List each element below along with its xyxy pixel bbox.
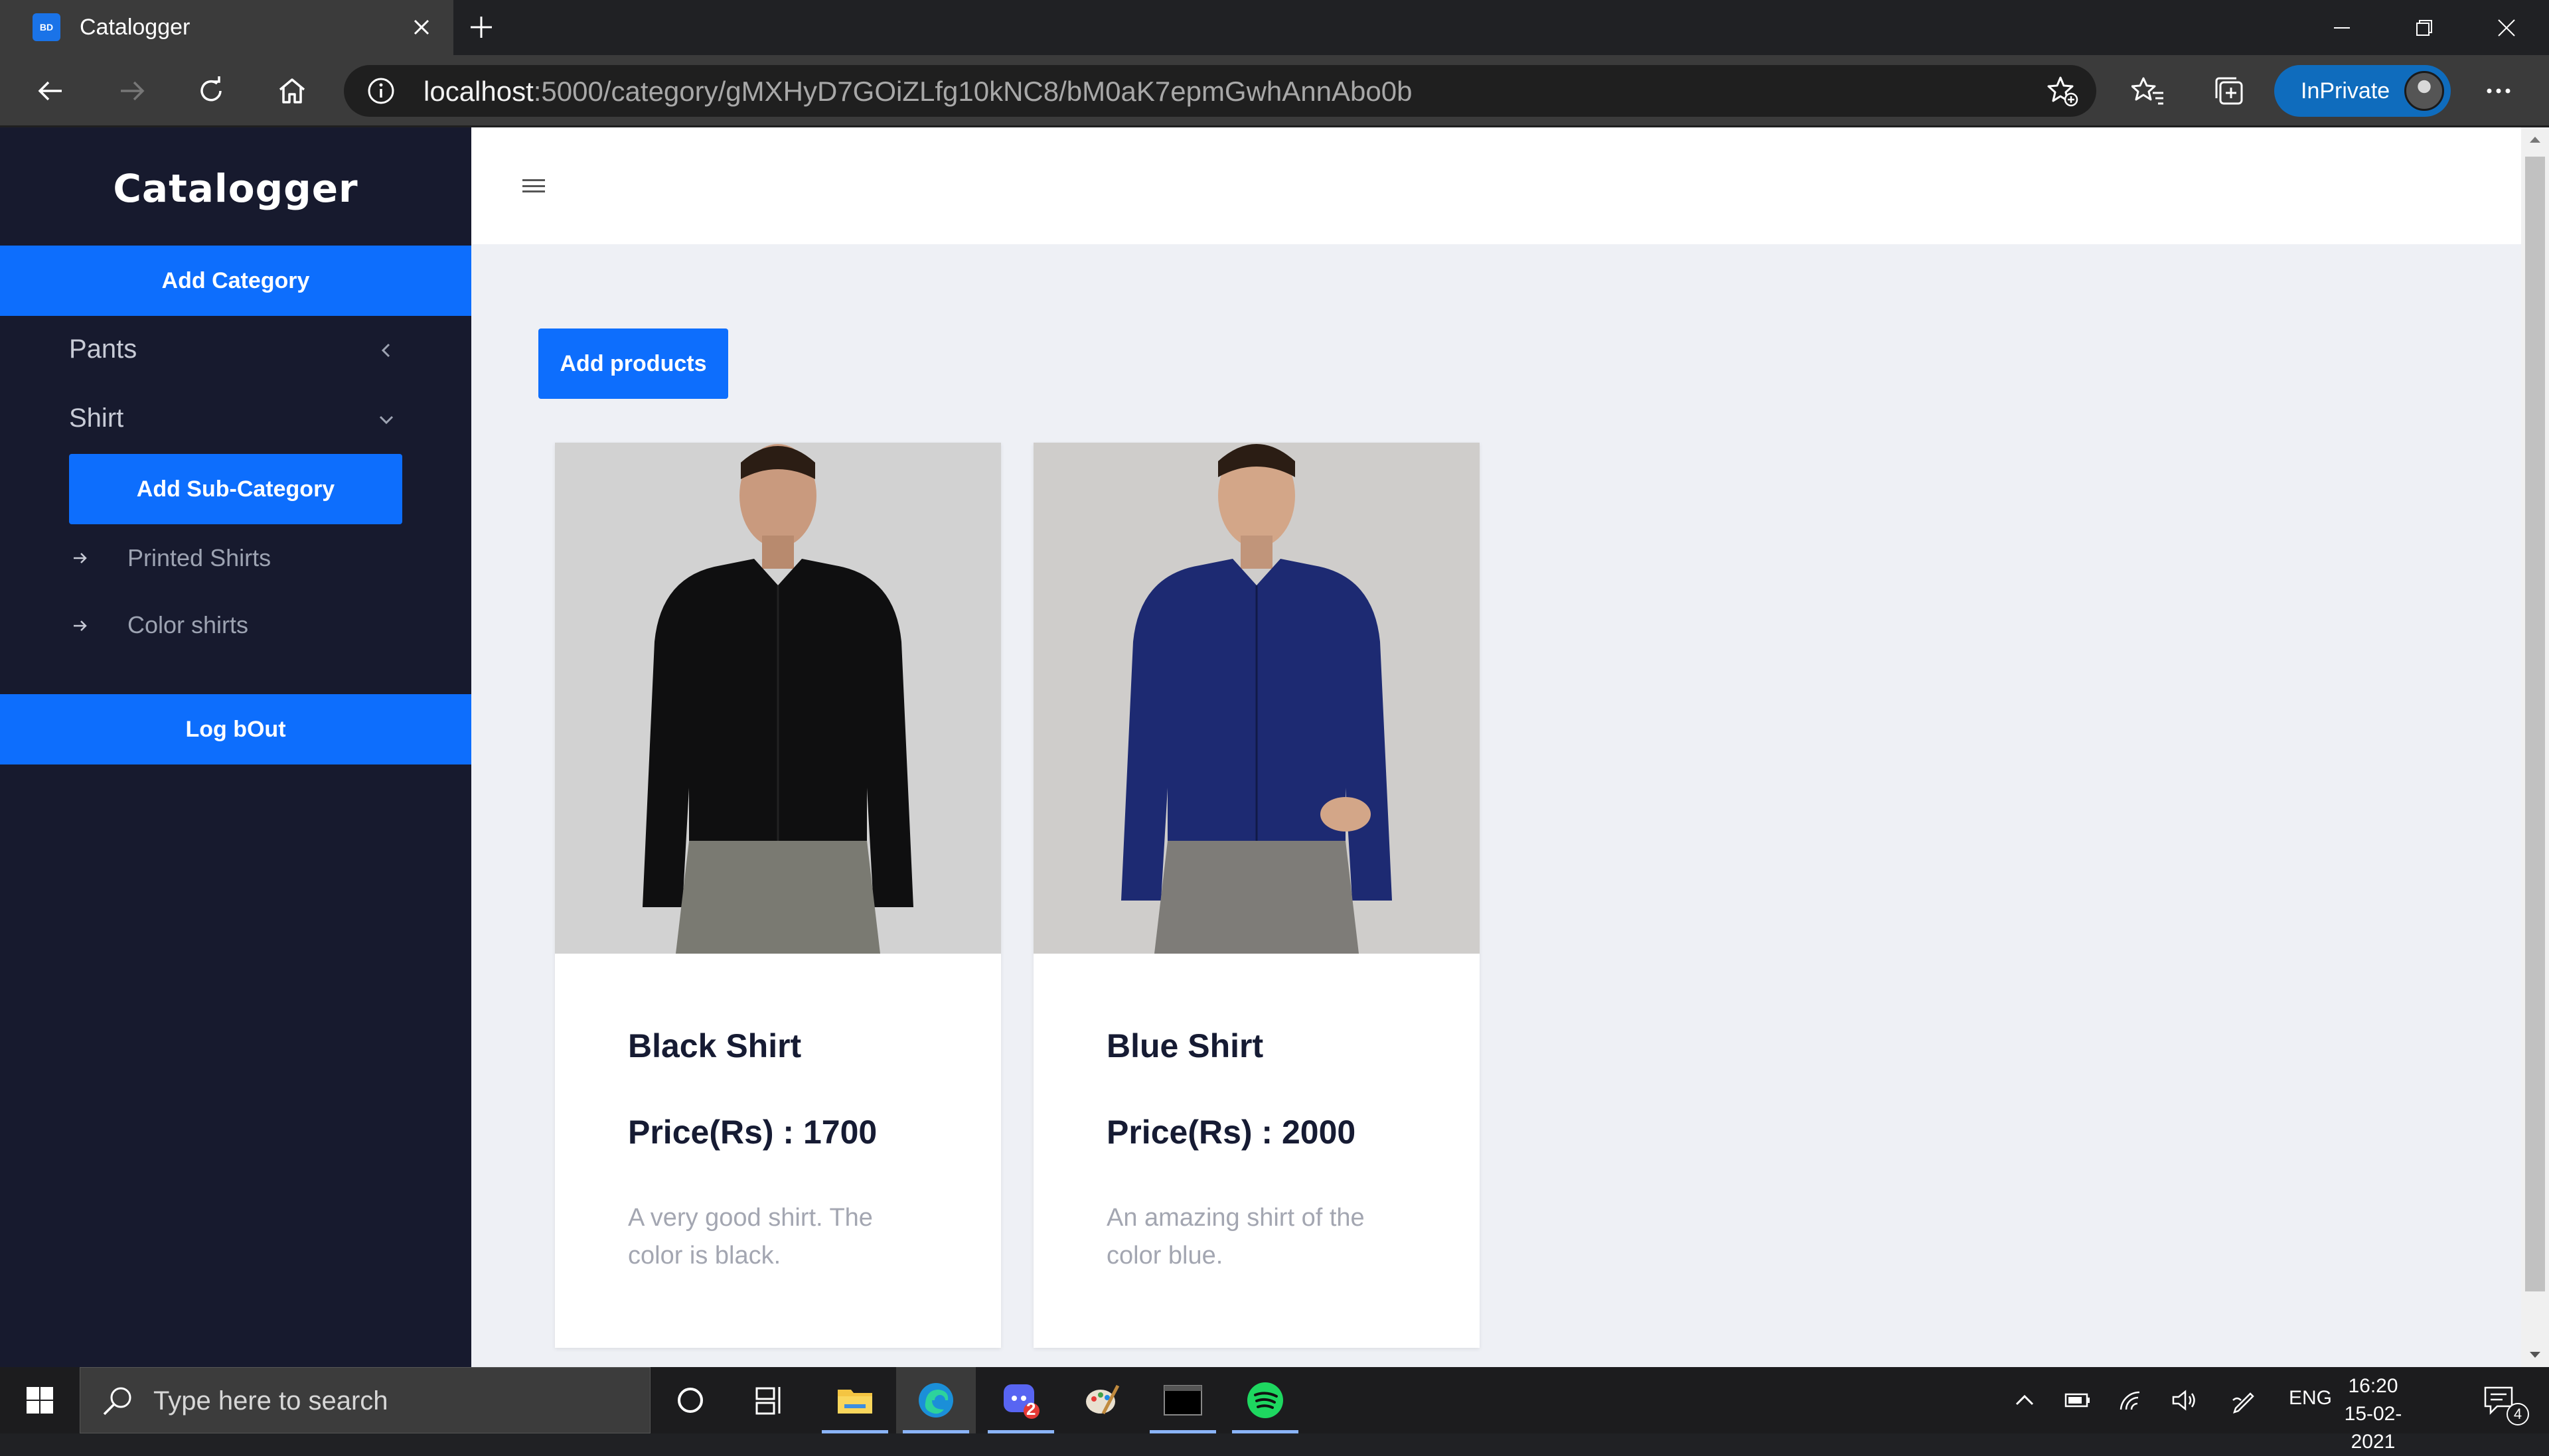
clock-date: 15-02-2021 (2344, 1403, 2402, 1453)
volume-icon[interactable] (2151, 1367, 2217, 1433)
system-clock[interactable]: 16:20 15-02-2021 (2330, 1372, 2416, 1456)
product-description: An amazing shirt of the color blue. (1107, 1204, 1365, 1270)
taskbar: Type here to search 2 ENG 16:20 15-02-20… (0, 1367, 2549, 1453)
search-icon (100, 1384, 135, 1421)
product-price: Price(Rs) : 2000 (1107, 1114, 1356, 1151)
product-name: Blue Shirt (1107, 1027, 1264, 1064)
restore-icon[interactable] (2383, 0, 2465, 55)
tab-close-icon[interactable] (406, 12, 437, 42)
minimize-icon[interactable] (2301, 0, 2383, 55)
windows-start-icon[interactable] (0, 1367, 80, 1433)
add-subcategory-button[interactable]: Add Sub-Category (69, 454, 402, 524)
site-info-icon[interactable] (366, 76, 396, 109)
home-icon[interactable] (271, 70, 313, 112)
inprivate-label: InPrivate (2301, 78, 2390, 104)
more-menu-icon[interactable] (2477, 70, 2520, 112)
browser-tab[interactable]: BD Catalogger (0, 0, 453, 55)
favorites-icon[interactable] (2127, 70, 2169, 112)
product-description: A very good shirt. The color is black. (628, 1204, 873, 1270)
task-view-icon[interactable] (730, 1367, 810, 1433)
discord-badge: 2 (1026, 1399, 1036, 1419)
spotify-icon[interactable] (1225, 1367, 1305, 1433)
browser-tab-strip: BD Catalogger (0, 0, 2549, 55)
add-category-button[interactable]: Add Category (0, 246, 471, 316)
hamburger-menu-icon[interactable] (522, 175, 545, 197)
site-favicon-icon: BD (33, 13, 60, 41)
top-navbar (471, 127, 2521, 244)
scroll-down-icon[interactable] (2527, 1347, 2543, 1363)
notification-count-badge: 4 (2507, 1403, 2529, 1425)
cortana-icon[interactable] (651, 1367, 730, 1433)
add-products-button[interactable]: Add products (538, 328, 728, 399)
address-bar[interactable]: localhost:5000/category/gMXHyD7GOiZLfg10… (344, 65, 2096, 117)
profile-avatar (2404, 71, 2444, 111)
clock-time: 16:20 (2348, 1375, 2398, 1397)
inprivate-profile-button[interactable]: InPrivate (2274, 65, 2451, 117)
product-image (555, 443, 1001, 954)
page-scrollbar[interactable] (2521, 127, 2549, 1367)
brand-title: Catalogger (113, 166, 358, 211)
refresh-icon[interactable] (190, 70, 232, 112)
scroll-up-icon[interactable] (2527, 131, 2543, 147)
arrow-right-icon (68, 546, 93, 571)
language-indicator[interactable]: ENG (2289, 1387, 2332, 1410)
product-card[interactable]: Blue Shirt Price(Rs) : 2000 An amazing s… (1034, 443, 1480, 1348)
new-tab-icon[interactable] (465, 11, 498, 44)
product-name: Black Shirt (628, 1027, 802, 1064)
sidebar: Catalogger Add Category Pants Shirt Add … (0, 127, 471, 1367)
back-arrow-icon[interactable] (30, 70, 72, 112)
subcategory-printed-shirts[interactable]: Printed Shirts (127, 544, 271, 572)
collections-icon[interactable] (2208, 70, 2250, 112)
pen-workspace-icon[interactable] (2210, 1367, 2277, 1433)
chevron-down-icon[interactable] (373, 406, 400, 433)
terminal-icon[interactable] (1143, 1367, 1223, 1433)
scrollbar-thumb[interactable] (2525, 157, 2545, 1291)
notifications-icon[interactable]: 4 (2463, 1367, 2536, 1433)
taskbar-search-box[interactable]: Type here to search (80, 1367, 651, 1433)
sidebar-item-shirt[interactable]: Shirt (69, 403, 123, 433)
chevron-left-icon[interactable] (373, 337, 400, 364)
paint-icon[interactable] (1062, 1367, 1142, 1433)
product-price: Price(Rs) : 1700 (628, 1114, 878, 1151)
logout-button[interactable]: Log bOut (0, 694, 471, 764)
product-card[interactable]: Black Shirt Price(Rs) : 1700 A very good… (555, 443, 1001, 1348)
browser-toolbar: localhost:5000/category/gMXHyD7GOiZLfg10… (0, 55, 2549, 127)
search-placeholder: Type here to search (153, 1386, 388, 1416)
forward-arrow-icon[interactable] (110, 70, 153, 112)
close-window-icon[interactable] (2465, 0, 2548, 55)
edge-browser-icon[interactable] (896, 1367, 976, 1433)
product-image (1034, 443, 1480, 954)
main-content: Add products Black Shirt Price(Rs) : 170… (471, 127, 2521, 1367)
sidebar-item-pants[interactable]: Pants (69, 334, 137, 364)
add-favorite-icon[interactable] (2046, 74, 2079, 111)
arrow-right-icon (68, 613, 93, 638)
subcategory-color-shirts[interactable]: Color shirts (127, 611, 248, 639)
url-text[interactable]: localhost:5000/category/gMXHyD7GOiZLfg10… (424, 76, 1412, 107)
tab-title: Catalogger (80, 15, 191, 40)
discord-icon[interactable]: 2 (981, 1367, 1061, 1433)
file-explorer-icon[interactable] (815, 1367, 895, 1433)
